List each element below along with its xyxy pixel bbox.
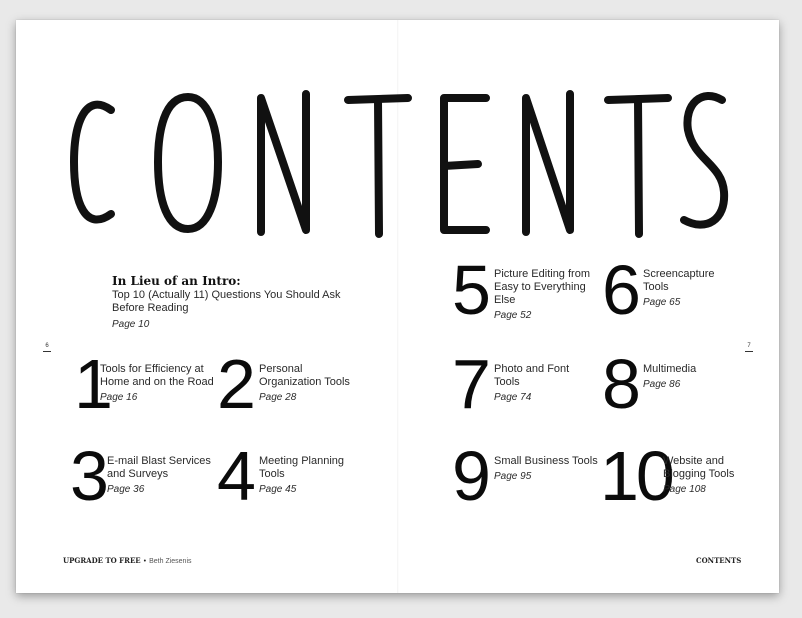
chapter-number: 5 <box>452 251 491 329</box>
chapter-title: Photo and Font Tools <box>494 363 570 388</box>
chapter-number: 6 <box>602 251 641 329</box>
intro-entry[interactable]: In Lieu of an Intro: Top 10 (Actually 11… <box>112 274 362 331</box>
chapter-label: Picture Editing from Easy to Everything … <box>494 268 604 322</box>
chapter-label: Personal Organization Tools Page 28 <box>259 363 359 404</box>
chapter-number: 4 <box>217 437 256 515</box>
chapter-number: 2 <box>217 345 256 423</box>
chapter-label: Tools for Efficiency at Home and on the … <box>100 363 220 404</box>
chapter-number: 10 <box>600 437 675 515</box>
chapter-title: Tools for Efficiency at Home and on the … <box>100 363 214 388</box>
footer-left: UPGRADE TO FREE • Beth Ziesenis <box>63 556 192 566</box>
footer-author: Beth Ziesenis <box>149 558 192 565</box>
chapter-page: Page 74 <box>494 392 532 403</box>
chapter-page: Page 52 <box>494 310 532 321</box>
chapter-label: Photo and Font Tools Page 74 <box>494 363 584 404</box>
chapter-label: Multimedia Page 86 <box>643 363 733 391</box>
chapter-number: 7 <box>452 345 491 423</box>
chapter-label: E-mail Blast Services and Surveys Page 3… <box>107 455 222 496</box>
chapter-title: Picture Editing from Easy to Everything … <box>494 268 590 306</box>
footer-right: CONTENTS <box>696 556 741 566</box>
contents-title <box>16 82 779 242</box>
footer-section: CONTENTS <box>696 556 742 565</box>
contents-title-lettering <box>70 90 729 238</box>
chapter-page: Page 45 <box>259 484 297 495</box>
chapter-page: Page 65 <box>643 297 681 308</box>
chapter-title: Multimedia <box>643 363 697 375</box>
chapter-page: Page 28 <box>259 392 297 403</box>
chapter-page: Page 86 <box>643 379 681 390</box>
footer-brand: UPGRADE TO FREE <box>63 556 141 565</box>
chapter-page: Page 95 <box>494 471 532 482</box>
intro-description: Top 10 (Actually 11) Questions You Shoul… <box>112 289 341 314</box>
chapter-label: Meeting Planning Tools Page 45 <box>259 455 359 496</box>
chapter-number: 8 <box>602 345 641 423</box>
chapter-title: Small Business Tools <box>494 455 598 467</box>
chapter-page: Page 108 <box>663 484 706 495</box>
magazine-spread: In Lieu of an Intro: Top 10 (Actually 11… <box>16 20 779 593</box>
chapter-page: Page 16 <box>100 392 138 403</box>
folio-right: 7 <box>745 343 753 352</box>
chapter-title: Meeting Planning Tools <box>259 455 345 480</box>
chapter-title: Personal Organization Tools <box>259 363 350 388</box>
chapter-title: Screencapture Tools <box>643 268 715 293</box>
chapter-page: Page 36 <box>107 484 145 495</box>
chapter-label: Small Business Tools Page 95 <box>494 455 604 483</box>
folio-left: 6 <box>43 343 51 352</box>
footer-separator: • <box>143 558 147 565</box>
chapter-title: Website and Blogging Tools <box>663 455 735 480</box>
chapter-title: E-mail Blast Services and Surveys <box>107 455 211 480</box>
intro-heading: In Lieu of an Intro: <box>112 274 241 288</box>
chapter-number: 9 <box>452 437 491 515</box>
chapter-label: Screencapture Tools Page 65 <box>643 268 733 309</box>
intro-page-reference: Page 10 <box>112 319 150 330</box>
chapter-label: Website and Blogging Tools Page 108 <box>663 455 763 496</box>
chapter-number: 3 <box>70 437 109 515</box>
